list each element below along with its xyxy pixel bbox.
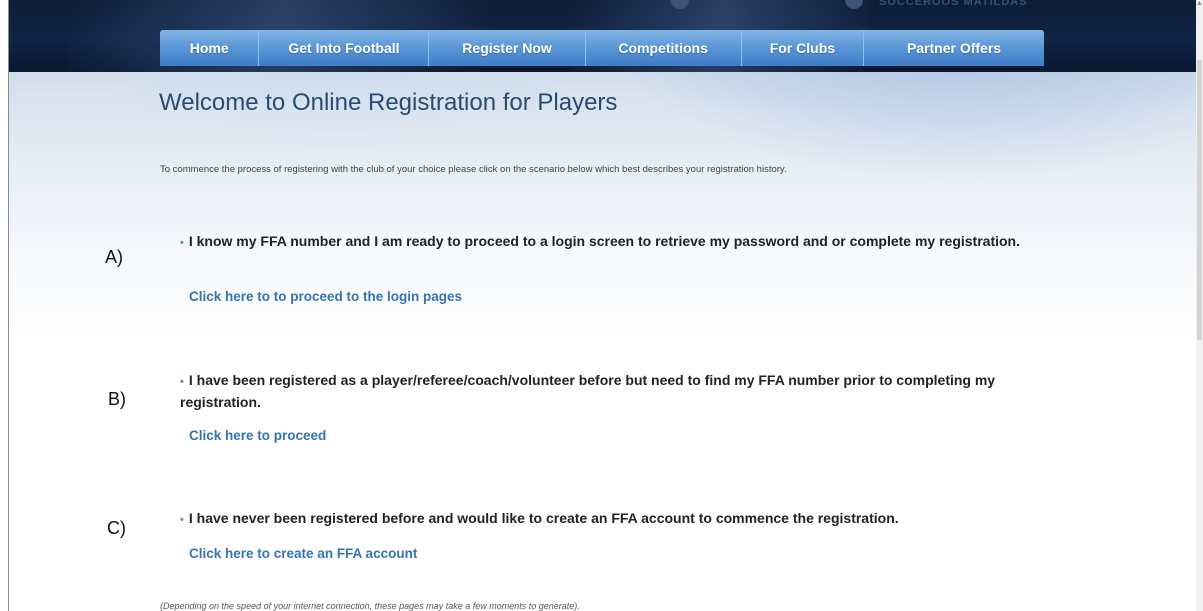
option-c-letter: C) [107, 518, 126, 538]
page-title: Welcome to Online Registration for Playe… [159, 89, 618, 116]
footnote: (Depending on the speed of your internet… [160, 601, 580, 611]
nav-for-clubs[interactable]: For Clubs [742, 30, 865, 66]
scrollbar[interactable]: ▲ [1196, 0, 1203, 611]
option-b-description: I have been registered as a player/refer… [180, 372, 996, 410]
find-ffa-number-link[interactable]: Click here to proceed [189, 428, 326, 443]
main-nav: Home Get Into Football Register Now Comp… [160, 30, 1044, 66]
option-c-description: I have never been registered before and … [188, 510, 899, 526]
up-arrow-icon[interactable]: ▲ [1196, 0, 1203, 7]
nav-get-into-football[interactable]: Get Into Football [259, 30, 430, 66]
nav-competitions[interactable]: Competitions [586, 30, 742, 66]
bullet-icon: • [180, 237, 184, 249]
bullet-icon: • [180, 514, 184, 526]
scrollbar-thumb[interactable] [1197, 60, 1202, 340]
nav-partner-offers[interactable]: Partner Offers [864, 30, 1044, 66]
option-a-text: • I know my FFA number and I am ready to … [180, 231, 1060, 253]
browser-page: SOCCEROOS MATILDAS Home Get Into Footbal… [8, 0, 1198, 611]
option-c-text: • I have never been registered before and… [180, 508, 1060, 530]
option-a-description: I know my FFA number and I am ready to p… [188, 233, 1020, 249]
option-b-text: • I have been registered as a player/refe… [180, 370, 1060, 412]
intro-text: To commence the process of registering w… [160, 164, 787, 175]
create-ffa-account-link[interactable]: Click here to create an FFA account [189, 546, 417, 561]
option-b-letter: B) [108, 389, 126, 409]
nav-register-now[interactable]: Register Now [429, 30, 586, 66]
nav-home[interactable]: Home [160, 30, 260, 66]
login-pages-link[interactable]: Click here to to proceed to the login pa… [189, 289, 462, 304]
header-logo-text: SOCCEROOS MATILDAS [879, 0, 1028, 8]
bullet-icon: • [180, 376, 184, 388]
option-a-letter: A) [105, 247, 123, 267]
